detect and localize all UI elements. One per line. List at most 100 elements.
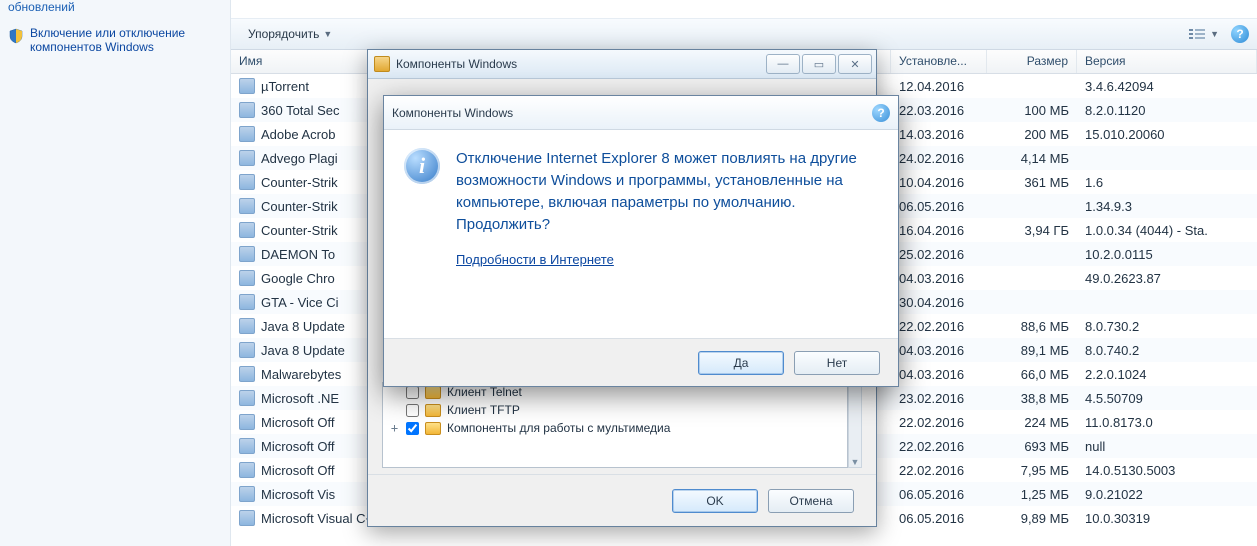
link-windows-features[interactable]: Включение или отключение компонентов Win… [6,22,224,58]
app-name: Google Chro [261,271,335,286]
feature-checkbox[interactable] [406,386,419,399]
app-size: 3,94 ГБ [987,223,1077,238]
col-date[interactable]: Установле... [891,50,987,73]
app-version: 10.2.0.0115 [1077,247,1257,262]
app-name: Counter-Strik [261,175,338,190]
app-icon [239,174,255,190]
view-mode-button[interactable]: ▼ [1184,25,1223,43]
app-name: Java 8 Update [261,343,345,358]
shield-icon [8,28,24,44]
app-install-date: 06.05.2016 [891,487,987,502]
app-version: 1.6 [1077,175,1257,190]
app-size: 9,89 МБ [987,511,1077,526]
app-name: 360 Total Sec [261,103,340,118]
organize-label: Упорядочить [248,27,319,41]
app-size: 361 МБ [987,175,1077,190]
app-install-date: 22.02.2016 [891,415,987,430]
app-icon [239,222,255,238]
expand-toggle[interactable]: + [389,421,400,435]
help-button[interactable]: ? [1231,25,1249,43]
close-button[interactable]: ✕ [838,54,872,74]
feature-label: Клиент TFTP [447,403,520,417]
feature-tree[interactable]: Клиент Telnet Клиент TFTP + Компоненты для … [382,382,848,468]
app-version: 1.34.9.3 [1077,199,1257,214]
app-name: Microsoft Off [261,463,334,478]
link-windows-features-label: Включение или отключение компонентов Win… [30,26,222,54]
feature-checkbox[interactable] [406,422,419,435]
app-install-date: 04.03.2016 [891,271,987,286]
dialog-titlebar[interactable]: Компоненты Windows — ▭ ✕ [368,50,876,79]
app-name: Microsoft Off [261,415,334,430]
link-updates[interactable]: обновлений [6,0,224,22]
ok-button[interactable]: OK [672,489,758,513]
app-size: 4,14 МБ [987,151,1077,166]
app-name: Microsoft Off [261,439,334,454]
app-install-date: 14.03.2016 [891,127,987,142]
confirm-header: Компоненты Windows ? [384,96,898,130]
chevron-down-icon: ▼ [323,29,332,39]
app-icon [239,246,255,262]
app-icon [239,198,255,214]
app-size: 7,95 МБ [987,463,1077,478]
app-install-date: 16.04.2016 [891,223,987,238]
dialog-title: Компоненты Windows [396,57,760,71]
feature-label: Компоненты для работы с мультимедиа [447,421,670,435]
app-name: Advego Plagi [261,151,338,166]
tree-item[interactable]: Клиент TFTP [383,401,847,419]
app-icon [239,510,255,526]
confirm-message: Отключение Internet Explorer 8 может пов… [456,148,878,236]
app-install-date: 30.04.2016 [891,295,987,310]
no-button[interactable]: Нет [794,351,880,375]
app-icon [239,342,255,358]
app-icon [239,78,255,94]
minimize-button[interactable]: — [766,54,800,74]
app-version: null [1077,439,1257,454]
app-icon [239,270,255,286]
app-name: µTorrent [261,79,309,94]
app-version: 8.2.0.1120 [1077,103,1257,118]
app-name: Counter-Strik [261,199,338,214]
app-icon [239,486,255,502]
col-version[interactable]: Версия [1077,50,1257,73]
organize-menu[interactable]: Упорядочить ▼ [239,24,341,44]
confirm-header-title: Компоненты Windows [392,106,513,120]
feature-label: Клиент Telnet [447,385,522,399]
app-icon [239,318,255,334]
app-install-date: 22.02.2016 [891,463,987,478]
app-size: 100 МБ [987,103,1077,118]
app-icon [239,294,255,310]
feature-checkbox[interactable] [406,404,419,417]
app-install-date: 06.05.2016 [891,511,987,526]
maximize-button[interactable]: ▭ [802,54,836,74]
app-install-date: 06.05.2016 [891,199,987,214]
app-install-date: 25.02.2016 [891,247,987,262]
app-icon [239,438,255,454]
app-install-date: 12.04.2016 [891,79,987,94]
app-name: Malwarebytes [261,367,341,382]
app-version: 1.0.0.34 (4044) - Sta. [1077,223,1257,238]
app-icon [239,126,255,142]
app-version: 11.0.8173.0 [1077,415,1257,430]
app-install-date: 23.02.2016 [891,391,987,406]
details-link[interactable]: Подробности в Интернете [456,252,878,267]
app-size: 1,25 МБ [987,487,1077,502]
help-icon[interactable]: ? [872,104,890,122]
yes-button[interactable]: Да [698,351,784,375]
app-icon [239,102,255,118]
app-size: 200 МБ [987,127,1077,142]
app-version: 9.0.21022 [1077,487,1257,502]
app-icon [239,390,255,406]
app-name: GTA - Vice Ci [261,295,339,310]
app-name: Microsoft .NE [261,391,339,406]
explorer-toolbar: Упорядочить ▼ ▼ ? [231,18,1257,50]
col-size[interactable]: Размер [987,50,1077,73]
app-name: Microsoft Vis [261,487,335,502]
cancel-button[interactable]: Отмена [768,489,854,513]
app-version: 10.0.30319 [1077,511,1257,526]
app-icon [239,150,255,166]
app-version: 49.0.2623.87 [1077,271,1257,286]
app-icon [239,366,255,382]
tree-item[interactable]: + Компоненты для работы с мультимедиа [383,419,847,437]
app-version: 8.0.730.2 [1077,319,1257,334]
app-version: 8.0.740.2 [1077,343,1257,358]
